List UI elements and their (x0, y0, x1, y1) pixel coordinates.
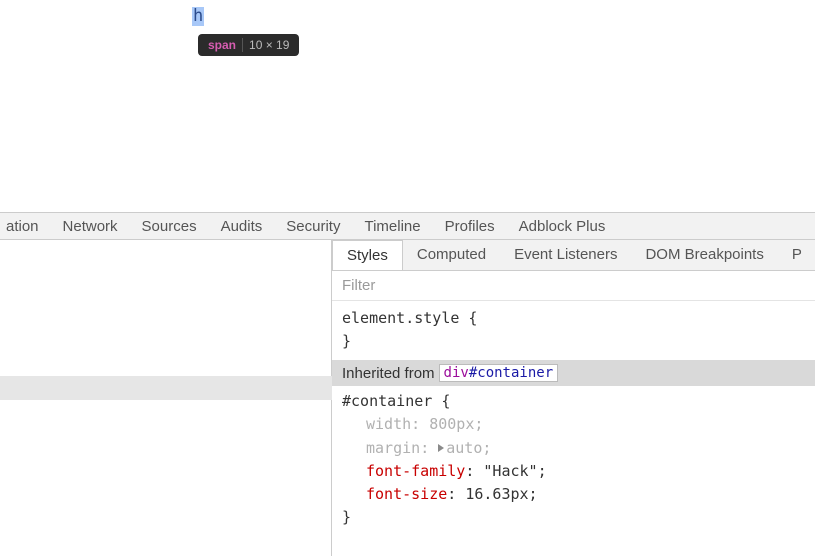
val-font-size: 16.63px; (465, 485, 537, 503)
styles-side-tabs: Styles Computed Event Listeners DOM Brea… (332, 240, 815, 271)
styles-filter-input[interactable]: Filter (332, 271, 815, 301)
styles-pane: Styles Computed Event Listeners DOM Brea… (332, 240, 815, 556)
prop-margin: margin (366, 439, 420, 457)
prop-font-size: font-size (366, 485, 447, 503)
tab-truncated-right[interactable]: P (778, 240, 815, 270)
inherited-from-chip[interactable]: div#container (439, 364, 559, 382)
prop-width: width (366, 415, 411, 433)
rule-selector[interactable]: #container { (342, 390, 805, 413)
rule-decl-font-family[interactable]: font-family: "Hack"; (342, 460, 805, 483)
element-style-close: } (342, 330, 805, 353)
rule-decl-font-size[interactable]: font-size: 16.63px; (342, 483, 805, 506)
inherited-from-row: Inherited from div#container (332, 360, 815, 386)
tab-styles[interactable]: Styles (332, 240, 403, 270)
tooltip-separator (242, 38, 243, 52)
css-rule-container[interactable]: #container { width: 800px; margin: auto;… (332, 386, 815, 538)
tab-computed[interactable]: Computed (403, 240, 500, 270)
element-style-block[interactable]: element.style { } (332, 301, 815, 360)
tab-network[interactable]: Network (63, 218, 118, 235)
expand-triangle-icon[interactable] (438, 444, 444, 452)
devtools-lower: Styles Computed Event Listeners DOM Brea… (0, 240, 815, 556)
tab-truncated-left[interactable]: ation (6, 218, 39, 235)
element-inspect-tooltip: span 10 × 19 (198, 34, 299, 56)
tooltip-dimensions: 10 × 19 (249, 38, 289, 52)
val-width: 800px; (429, 415, 483, 433)
tab-profiles[interactable]: Profiles (445, 218, 495, 235)
tab-adblock-plus[interactable]: Adblock Plus (519, 218, 606, 235)
val-font-family: "Hack"; (483, 462, 546, 480)
tab-dom-breakpoints[interactable]: DOM Breakpoints (631, 240, 777, 270)
inherited-chip-tag: div (444, 365, 469, 381)
devtools-top-tabs: ation Network Sources Audits Security Ti… (0, 212, 815, 240)
element-style-open: element.style { (342, 307, 805, 330)
highlighted-span-char: h (192, 7, 204, 26)
inherited-chip-id: #container (469, 365, 553, 381)
inherited-from-label: Inherited from (342, 365, 435, 382)
tab-security[interactable]: Security (286, 218, 340, 235)
tab-event-listeners[interactable]: Event Listeners (500, 240, 631, 270)
rule-decl-width[interactable]: width: 800px; (342, 413, 805, 436)
elements-tree-pane[interactable] (0, 240, 332, 556)
elements-selected-row-bg (0, 376, 332, 400)
rule-decl-margin[interactable]: margin: auto; (342, 437, 805, 460)
tooltip-tagname: span (208, 38, 236, 52)
tab-audits[interactable]: Audits (221, 218, 263, 235)
tab-timeline[interactable]: Timeline (364, 218, 420, 235)
rule-close-brace: } (342, 506, 805, 529)
val-margin: auto; (446, 439, 491, 457)
prop-font-family: font-family (366, 462, 465, 480)
tab-sources[interactable]: Sources (142, 218, 197, 235)
